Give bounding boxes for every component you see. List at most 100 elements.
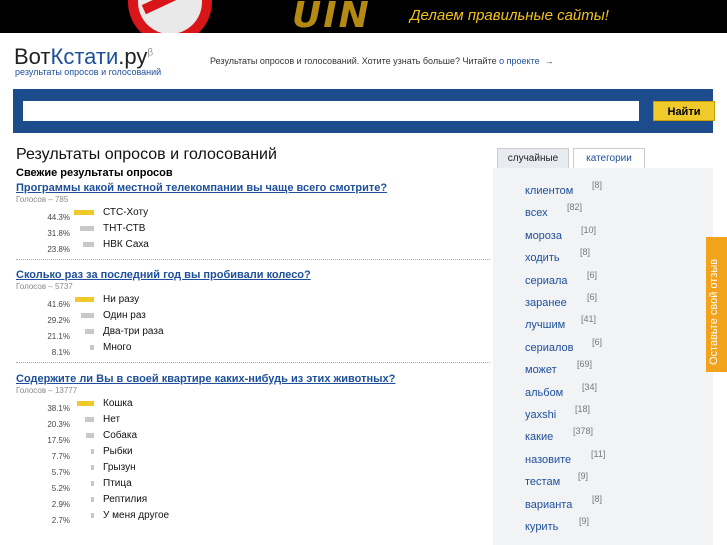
answer-bar xyxy=(91,497,94,502)
tag-count: [82] xyxy=(567,202,583,213)
answer-label: СТС-Хоту xyxy=(103,207,149,218)
answer-bar xyxy=(91,465,94,470)
poll-answer-row: 38.1% Кошка xyxy=(16,398,490,415)
poll-vote-count: Голосов – 5737 xyxy=(16,282,73,291)
tab-random[interactable]: случайные xyxy=(497,148,569,168)
tag-link[interactable]: тестам [9] xyxy=(525,471,588,488)
divider xyxy=(16,362,490,363)
poll-question-link[interactable]: Сколько раз за последний год вы пробивал… xyxy=(16,269,490,281)
tag-count: [69] xyxy=(577,359,593,370)
answer-label: Рыбки xyxy=(103,446,133,457)
answer-percent: 41.6% xyxy=(47,300,70,309)
answer-label: Один раз xyxy=(103,310,146,321)
answer-bar xyxy=(81,313,94,318)
poll-answer-row: 44.3% СТС-Хоту xyxy=(16,207,490,224)
tag-count: [10] xyxy=(581,224,597,235)
answer-percent: 17.5% xyxy=(47,436,70,445)
tag-count: [378] xyxy=(573,426,594,437)
tag-count: [18] xyxy=(575,404,591,414)
poll-answer-row: 7.7% Рыбки xyxy=(16,446,490,463)
answer-label: Птица xyxy=(103,478,132,489)
tag-count: [9] xyxy=(578,471,589,482)
header-tagline: Результаты опросов и голосований. Хотите… xyxy=(210,56,554,66)
tag-link[interactable]: альбом [34] xyxy=(525,382,597,399)
poll: Программы какой местной телекомпании вы … xyxy=(16,182,490,260)
answer-bar xyxy=(90,345,94,350)
poll-answer-row: 2.7% У меня другое xyxy=(16,510,490,527)
answer-label: Собака xyxy=(103,430,137,441)
tag-link[interactable]: сериала [6] xyxy=(525,270,597,287)
search-bar: Найти xyxy=(13,89,715,133)
poll-answer-row: 17.5% Собака xyxy=(16,430,490,447)
search-button[interactable]: Найти xyxy=(653,101,715,121)
poll-answer-row: 5.7% Грызун xyxy=(16,462,490,479)
tag-count: [8] xyxy=(592,180,603,190)
tag-link[interactable]: мороза [10] xyxy=(525,225,596,242)
page-title: Результаты опросов и голосований xyxy=(16,146,277,163)
poll-answer-row: 29.2% Один раз xyxy=(16,310,490,327)
answer-bar xyxy=(85,417,94,422)
arrow-right-icon: → xyxy=(544,56,554,66)
poll-question-link[interactable]: Содержите ли Вы в своей квартире каких-н… xyxy=(16,373,490,385)
answer-percent: 29.2% xyxy=(47,316,70,325)
tag-link[interactable]: назовите [11] xyxy=(525,449,605,466)
poll-answer-row: 23.8% НВК Саха xyxy=(16,239,490,256)
tag-link[interactable]: всех [82] xyxy=(525,202,582,219)
answer-percent: 2.9% xyxy=(51,500,70,509)
answer-label: Грызун xyxy=(103,462,136,473)
answer-percent: 5.7% xyxy=(51,468,70,477)
answer-percent: 44.3% xyxy=(47,213,70,222)
answer-label: Рептилия xyxy=(103,494,148,505)
answer-percent: 23.8% xyxy=(47,245,70,254)
tag-link[interactable]: может [69] xyxy=(525,359,592,376)
tag-link[interactable]: лучшим [41] xyxy=(525,314,596,331)
answer-bar xyxy=(86,433,94,438)
answer-percent: 21.1% xyxy=(47,332,70,341)
answer-label: Много xyxy=(103,342,132,353)
tag-link[interactable]: клиентом [8] xyxy=(525,180,602,197)
tag-count: [41] xyxy=(581,314,597,325)
feedback-button[interactable]: Оставьте свой отзыв xyxy=(706,237,727,372)
answer-bar xyxy=(77,401,94,406)
answer-percent: 20.3% xyxy=(47,420,70,429)
answer-bar xyxy=(91,481,94,486)
poll: Сколько раз за последний год вы пробивал… xyxy=(16,269,490,363)
answer-bar xyxy=(83,242,94,247)
tag-count: [6] xyxy=(587,269,598,280)
poll-answer-row: 21.1% Два-три раза xyxy=(16,326,490,343)
section-title: Свежие результаты опросов xyxy=(16,167,173,179)
answer-label: НВК Саха xyxy=(103,239,149,250)
poll-answer-row: 5.2% Птица xyxy=(16,478,490,495)
tag-count: [9] xyxy=(579,516,590,526)
poll-vote-count: Голосов – 785 xyxy=(16,195,69,204)
answer-bar xyxy=(91,449,94,454)
about-project-link[interactable]: о проекте xyxy=(499,56,539,66)
answer-label: Два-три раза xyxy=(103,326,164,337)
tag-link[interactable]: ходить [8] xyxy=(525,247,590,264)
tab-categories[interactable]: категории xyxy=(573,148,645,168)
tag-link[interactable]: курить [9] xyxy=(525,516,589,533)
tag-link[interactable]: варианта [8] xyxy=(525,494,602,511)
search-input[interactable] xyxy=(23,101,639,121)
logo-subtitle: результаты опросов и голосований xyxy=(15,67,162,77)
answer-bar xyxy=(91,513,94,518)
tag-link[interactable]: сериалов [6] xyxy=(525,337,602,354)
divider xyxy=(16,259,490,260)
tag-count: [34] xyxy=(582,381,598,392)
tag-link[interactable]: заранее [6] xyxy=(525,292,597,309)
poll-answer-row: 31.8% ТНТ-СТВ xyxy=(16,223,490,240)
tag-link[interactable]: yaxshi [18] xyxy=(525,404,590,421)
tag-link[interactable]: какие [378] xyxy=(525,426,593,443)
poll: Содержите ли Вы в своей квартире каких-н… xyxy=(16,373,490,527)
answer-label: У меня другое xyxy=(103,510,170,521)
tag-cloud: клиентом [8] всех [82] мороза [10] ходить [8] се… xyxy=(493,168,713,545)
answer-bar xyxy=(74,210,94,215)
poll-answer-row: 20.3% Нет xyxy=(16,414,490,431)
top-banner-ad[interactable]: UIN Делаем правильные сайты! xyxy=(0,0,727,33)
tag-count: [11] xyxy=(591,448,606,459)
answer-percent: 2.7% xyxy=(51,516,70,525)
answer-label: Кошка xyxy=(103,398,133,409)
poll-question-link[interactable]: Программы какой местной телекомпании вы … xyxy=(16,182,490,194)
answer-percent: 31.8% xyxy=(47,229,70,238)
poll-answer-row: 8.1% Много xyxy=(16,342,490,359)
